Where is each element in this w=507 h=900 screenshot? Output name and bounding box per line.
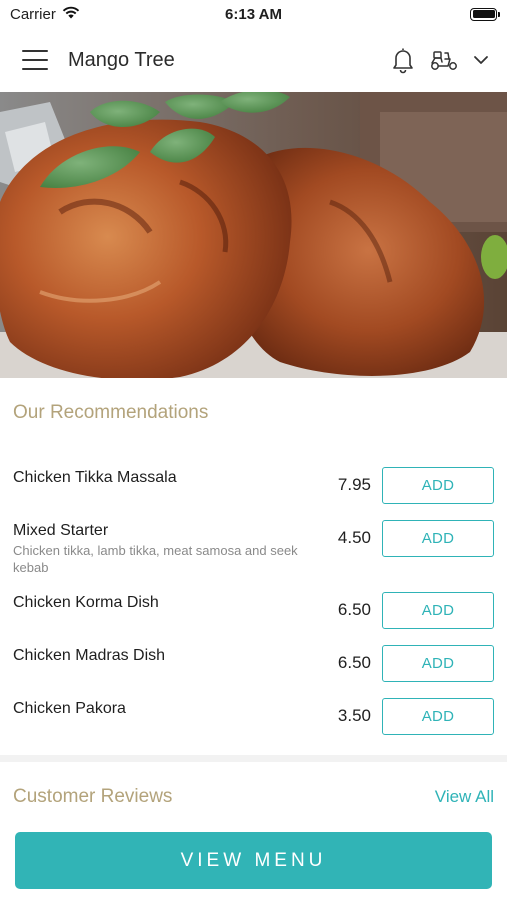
dish-price: 6.50 (337, 600, 371, 619)
view-all-link[interactable]: View All (435, 787, 494, 807)
dish-name: Chicken Korma Dish (13, 594, 159, 611)
dish-price: 3.50 (337, 706, 371, 725)
dish-name: Chicken Madras Dish (13, 647, 166, 664)
add-button[interactable]: ADD (382, 520, 494, 557)
bell-icon[interactable] (391, 46, 415, 74)
dish-name: Chicken Tikka Massala (13, 469, 177, 486)
carrier-label: Carrier (10, 5, 56, 23)
header-actions (391, 46, 489, 74)
menu-icon[interactable] (22, 50, 48, 70)
dish-name: Mixed Starter (13, 522, 109, 539)
dish-price: 6.50 (337, 653, 371, 672)
chevron-down-icon[interactable] (473, 55, 489, 65)
dish-price: 4.50 (337, 528, 371, 547)
status-left: Carrier (10, 6, 80, 23)
view-menu-button[interactable]: VIEW MENU (15, 832, 492, 889)
reviews-title: Customer Reviews (13, 786, 173, 807)
dish-price: 7.95 (337, 475, 371, 494)
status-bar: Carrier 6:13 AM (0, 0, 507, 28)
add-button[interactable]: ADD (382, 592, 494, 629)
add-button[interactable]: ADD (382, 467, 494, 504)
battery-icon (470, 7, 500, 21)
hero-image (0, 92, 507, 378)
recommendations-title: Our Recommendations (13, 402, 209, 423)
add-button[interactable]: ADD (382, 645, 494, 682)
restaurant-title: Mango Tree (68, 48, 175, 71)
scooter-icon[interactable] (429, 48, 459, 72)
add-button[interactable]: ADD (382, 698, 494, 735)
battery-level (472, 10, 495, 18)
wifi-icon (62, 6, 80, 23)
dish-description: Chicken tikka, lamb tikka, meat samosa a… (13, 543, 298, 575)
dish-name: Chicken Pakora (13, 700, 126, 717)
app-header: Mango Tree (0, 28, 507, 92)
section-divider (0, 755, 507, 762)
